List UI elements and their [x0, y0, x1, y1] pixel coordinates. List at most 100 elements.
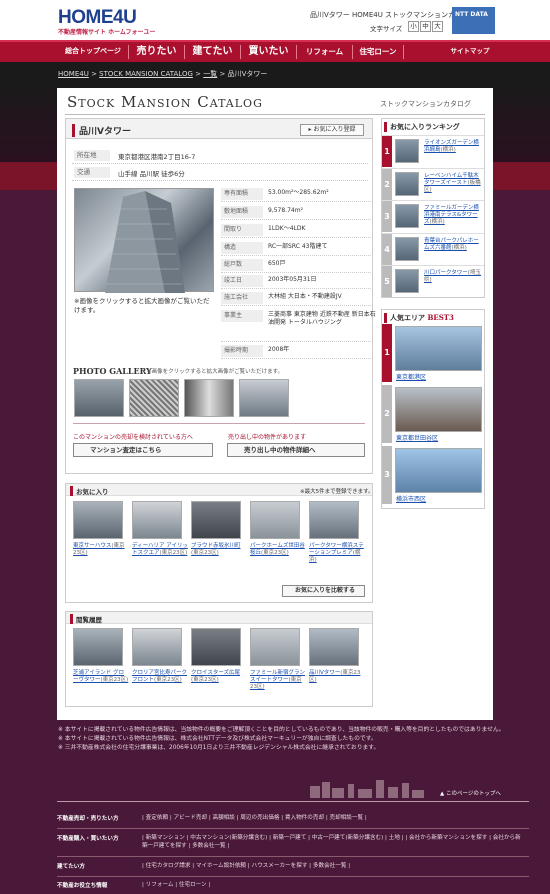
property-link[interactable]: 芝浦アイランド グローヴタワー(東京23区) [73, 670, 129, 684]
tower-photo-icon [105, 191, 185, 293]
area-link[interactable]: 横浜市西区 [396, 494, 426, 503]
footer-category-info[interactable]: 不動産お役立ち情報 [57, 881, 107, 889]
ranking-item[interactable]: 3 ファミールガーデン横浜港南テラス&タワーズ(横浜) [382, 200, 484, 232]
property-link-area: (東京23区) [154, 677, 182, 683]
property-link-name[interactable]: ブラウド赤坂氷川町 [191, 543, 241, 549]
ranking-item[interactable]: 2 レーベンハイム千駄木タワーズイースト(板橋区) [382, 167, 484, 200]
rank-link[interactable]: ライオンズガーデン横浜綱島(横浜) [424, 140, 482, 154]
footer-note-text: 本サイトに掲載されている物件広告情報は、当該物件の概要をご理解頂くことを目的とし… [64, 727, 505, 733]
rank-link[interactable]: レーベンハイム千駄木タワーズイースト(板橋区) [424, 173, 482, 194]
property-link[interactable]: パークタワー横浜ステーションプレミア(横浜) [309, 543, 365, 564]
font-size-small-button[interactable]: 小 [408, 21, 419, 32]
rank-thumbnail[interactable] [395, 204, 419, 228]
property-link[interactable]: ファミール新宿グランスイートタワー(東京23区) [250, 670, 306, 691]
assess-button[interactable]: マンション査定はこちら [73, 443, 213, 457]
property-thumbnail[interactable] [132, 628, 182, 666]
spec-label: 間取り [221, 224, 263, 236]
gallery-thumb[interactable] [74, 379, 124, 417]
rank-link[interactable]: ファミールガーデン横浜港南テラス&タワーズ(横浜) [424, 205, 482, 226]
property-thumbnail[interactable] [250, 501, 300, 539]
compare-favorites-button[interactable]: お気に入りを比較する [282, 585, 365, 597]
ntt-data-logo[interactable]: NTT DATA [452, 7, 495, 34]
access-row: 交通 山手線 品川駅 徒歩6分 [72, 164, 368, 181]
popular-area-item[interactable]: 3 横浜市西区 [382, 446, 484, 506]
footer-note: ※ 本サイトに掲載されている物件広告情報は、株式会社NTTデータ及び株式会社マー… [58, 736, 377, 742]
property-link-name[interactable]: 東京サーハウス [73, 543, 111, 549]
footer-category-buy[interactable]: 不動産購入・買いたい方 [57, 834, 119, 842]
property-link[interactable]: ブラウド赤坂氷川町(東京23区) [191, 543, 247, 557]
property-thumbnail[interactable] [250, 628, 300, 666]
rank-thumbnail[interactable] [395, 171, 419, 196]
property-link[interactable]: ディーハリア アイリットスクエア(東京23区) [132, 543, 188, 557]
spec-value: 9,578.74m² [268, 207, 303, 214]
rank-link[interactable]: 川口パークタワー(埼玉県) [424, 270, 482, 284]
title-divider [65, 114, 485, 115]
footer-links-buy[interactable]: | 新築マンション | 中古マンション(新築分譲含む) | 新築一戸建て | 中… [142, 834, 522, 850]
area-photo[interactable] [395, 448, 482, 493]
footer-links-build[interactable]: | 住宅カタログ請求 | マイホーム設計依頼 | ハウスメーカーを探す | 多数… [142, 862, 522, 870]
site-logo[interactable]: HOME4U [58, 7, 137, 29]
back-to-top-link[interactable]: ▲ このページのトップへ [440, 789, 501, 797]
rank-link[interactable]: 青葉台パークパレホームズ六番館(横浜) [424, 238, 482, 252]
popular-area-label: 人気エリア [390, 314, 425, 322]
nav-sell[interactable]: 売りたい [129, 42, 184, 62]
listings-button[interactable]: 売り出し中の物件詳細へ [227, 443, 365, 457]
spec-value: 三菱商事 東京建物 近鉄不動産 新日本石油開発 トータルハウジング [268, 311, 376, 326]
property-thumbnail[interactable] [73, 628, 123, 666]
property-link[interactable]: クロイスターズ広尾(東京23区) [191, 670, 247, 684]
ranking-item[interactable]: 4 青葉台パークパレホームズ六番館(横浜) [382, 232, 484, 265]
footer-row-build: 建てたい方 | 住宅カタログ請求 | マイホーム設計依頼 | ハウスメーカーを探… [57, 862, 529, 874]
ranking-item[interactable]: 5 川口パークタワー(埼玉県) [382, 265, 484, 297]
property-link[interactable]: クロリア宮比寿パークフロント(東京23区) [132, 670, 188, 684]
area-link[interactable]: 東京都港区 [396, 372, 426, 381]
footer-row-divider [57, 856, 529, 857]
footer-category-sell[interactable]: 不動産売却・売りたい方 [57, 814, 119, 822]
footer-category-build[interactable]: 建てたい方 [57, 862, 85, 870]
nav-loan[interactable]: 住宅ローン [353, 42, 403, 62]
spec-value: 1LDK〜4LDK [268, 225, 306, 232]
popular-area-item[interactable]: 2 東京都世田谷区 [382, 385, 484, 445]
area-photo[interactable] [395, 387, 482, 432]
property-thumbnail[interactable] [191, 628, 241, 666]
property-link[interactable]: 東京サーハウス(東京23区) [73, 543, 129, 557]
rank-name[interactable]: 川口パークタワー [424, 270, 468, 276]
footer-row-sell: 不動産売却・売りたい方 | 査定依頼 | アビード売却 | 高額相談 | 周辺の… [57, 814, 529, 826]
gallery-thumb[interactable] [129, 379, 179, 417]
nav-build[interactable]: 建てたい [185, 42, 240, 62]
ranking-item[interactable]: 1 ライオンズガーデン横浜綱島(横浜) [382, 135, 484, 167]
rank-thumbnail[interactable] [395, 269, 419, 293]
nav-sitemap[interactable]: サイトマップ [445, 42, 495, 62]
rank-thumbnail[interactable] [395, 139, 419, 163]
rank-thumbnail[interactable] [395, 236, 419, 261]
nav-reform[interactable]: リフォーム [297, 42, 352, 62]
catalog-subtitle: ストックマンションカタログ [380, 100, 471, 108]
popular-area-item[interactable]: 1 東京都港区 [382, 324, 484, 384]
area-link[interactable]: 東京都世田谷区 [396, 433, 438, 442]
gallery-thumb[interactable] [239, 379, 289, 417]
property-link-name[interactable]: 品川Vタワー [309, 670, 340, 676]
font-size-large-button[interactable]: 大 [432, 21, 443, 32]
property-thumbnail[interactable] [309, 501, 359, 539]
main-photo[interactable] [74, 188, 214, 293]
property-link[interactable]: パークホームズ世田谷桜丘(東京23区) [250, 543, 306, 557]
font-size-medium-button[interactable]: 中 [420, 21, 431, 32]
property-link-name[interactable]: クロイスターズ広尾 [191, 670, 240, 676]
breadcrumb-home[interactable]: HOME4U [58, 70, 89, 78]
breadcrumb-list[interactable]: 一覧 [203, 70, 217, 78]
add-favorite-button[interactable]: ▸ お気に入り登録 [300, 124, 364, 136]
nav-top[interactable]: 総合トップページ [58, 42, 128, 62]
nav-buy[interactable]: 買いたい [241, 42, 296, 62]
property-link[interactable]: 品川Vタワー(東京23区) [309, 670, 365, 684]
property-thumbnail[interactable] [73, 501, 123, 539]
property-thumbnail[interactable] [309, 628, 359, 666]
area-rank-number: 2 [382, 385, 392, 443]
footer-row-divider [57, 828, 529, 829]
footer-links-info[interactable]: | リフォーム | 住宅ローン | [142, 881, 522, 889]
property-thumbnail[interactable] [132, 501, 182, 539]
spec-value: 2003年05月31日 [268, 276, 317, 283]
area-photo[interactable] [395, 326, 482, 371]
property-thumbnail[interactable] [191, 501, 241, 539]
breadcrumb-catalog[interactable]: STOCK MANSION CATALOG [99, 70, 193, 78]
gallery-thumb[interactable] [184, 379, 234, 417]
footer-links-sell[interactable]: | 査定依頼 | アビード売却 | 高額相談 | 周辺の売出価格 | 賃入物件の… [142, 814, 522, 822]
